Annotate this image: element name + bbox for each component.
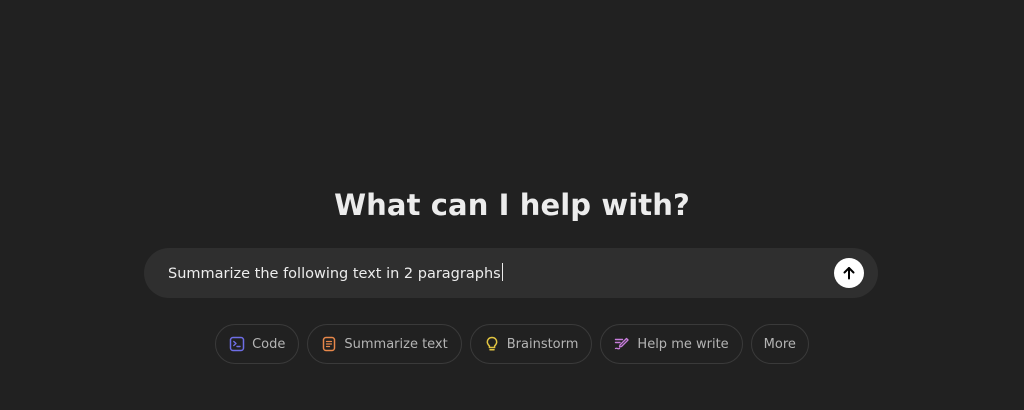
more-label: More — [763, 336, 796, 352]
brainstorm-label: Brainstorm — [506, 336, 579, 352]
help-me-write-button[interactable]: Help me write — [600, 324, 743, 364]
pen-icon — [614, 336, 630, 352]
summarize-text-label: Summarize text — [344, 336, 448, 352]
prompt-input[interactable]: Summarize the following text in 2 paragr… — [168, 263, 503, 284]
summarize-text-button[interactable]: Summarize text — [307, 324, 462, 364]
suggestion-chips: Code Summarize text Brainstorm Help me w… — [0, 324, 1024, 364]
chat-home: What can I help with? Summarize the foll… — [0, 0, 1024, 410]
help-me-write-label: Help me write — [637, 336, 729, 352]
send-button[interactable] — [834, 258, 864, 288]
text-caret — [501, 263, 503, 281]
page-title: What can I help with? — [334, 188, 690, 222]
prompt-composer[interactable]: Summarize the following text in 2 paragr… — [144, 248, 878, 298]
document-icon — [321, 336, 337, 352]
more-button[interactable]: More — [750, 324, 809, 364]
lightbulb-icon — [484, 336, 500, 352]
prompt-input-value[interactable]: Summarize the following text in 2 paragr… — [168, 266, 501, 282]
arrow-up-icon — [843, 267, 855, 280]
code-button[interactable]: Code — [215, 324, 300, 364]
terminal-icon — [229, 336, 245, 352]
code-label: Code — [252, 336, 286, 352]
brainstorm-button[interactable]: Brainstorm — [469, 324, 593, 364]
